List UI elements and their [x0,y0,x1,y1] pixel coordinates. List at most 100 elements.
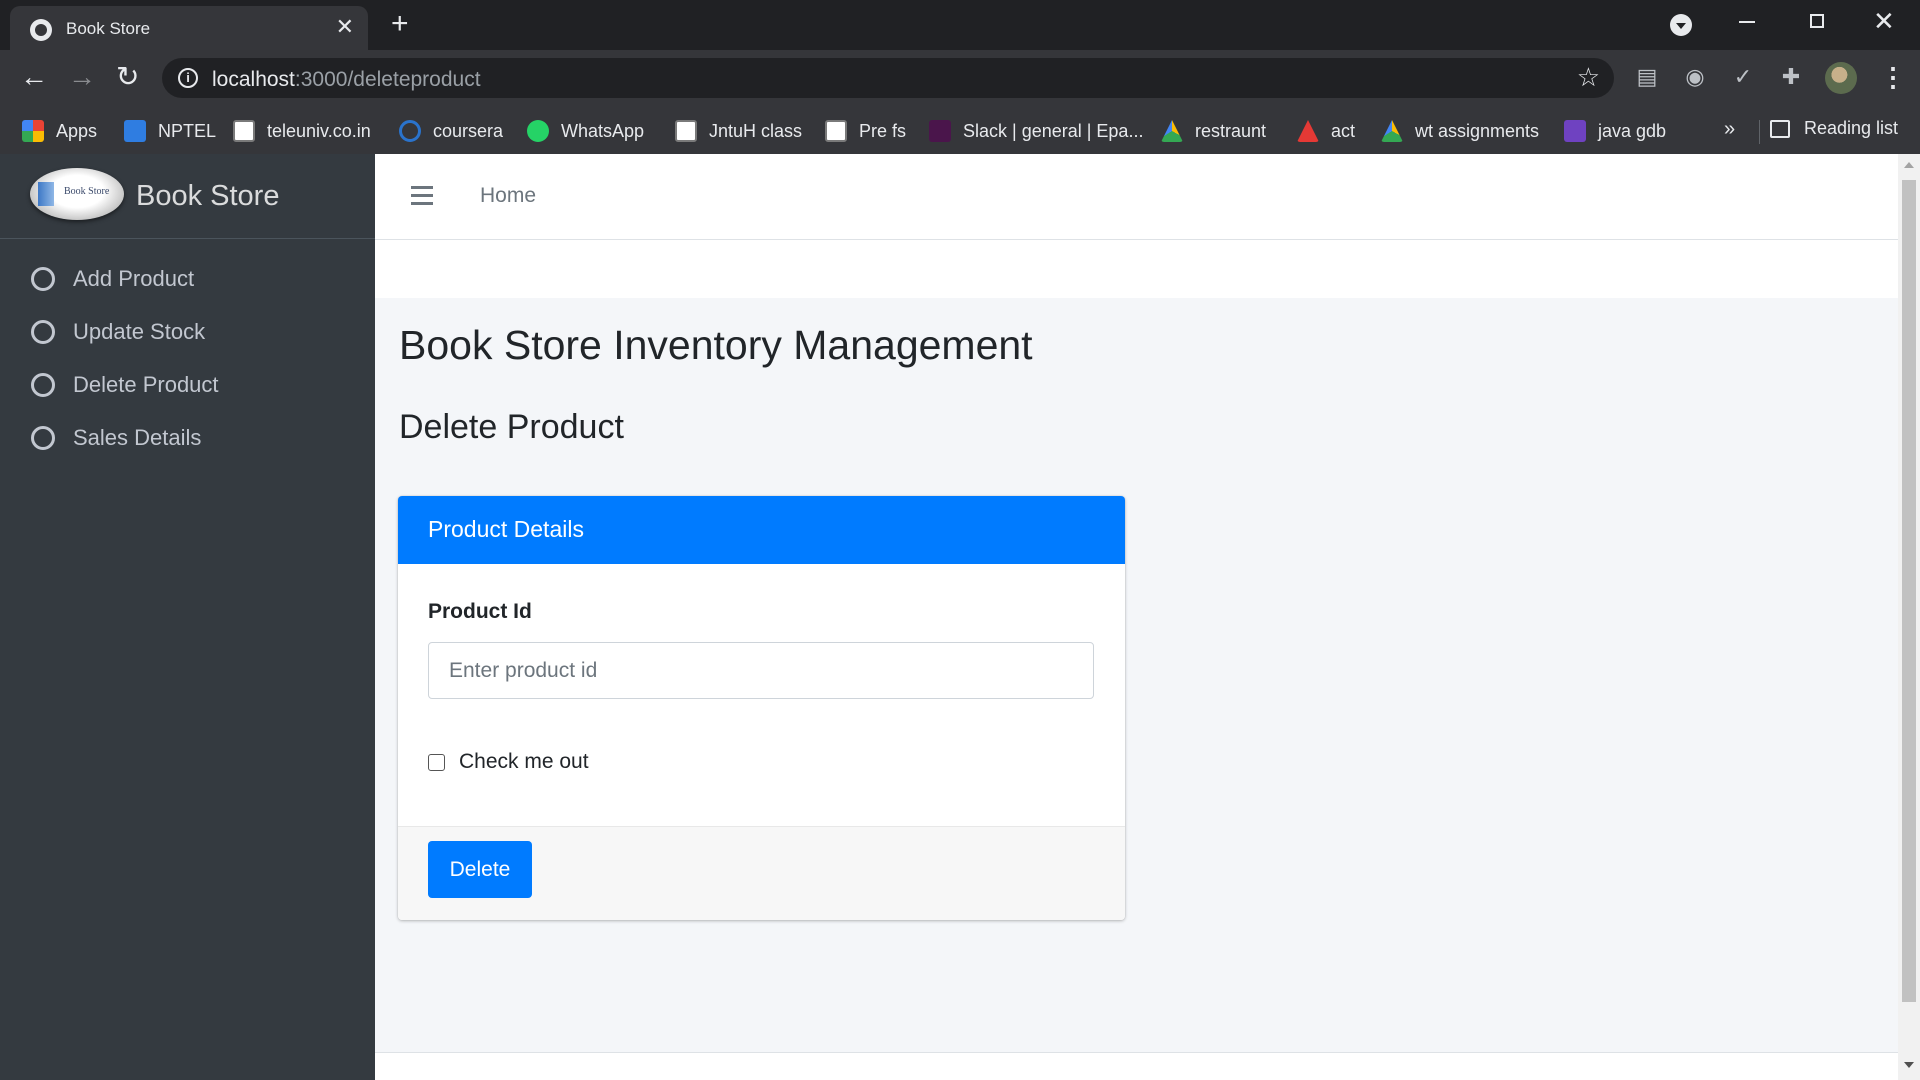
bookmark-label: JntuH class [709,120,803,141]
acrobat-icon [1297,120,1319,142]
bookmark-teleuniv[interactable]: teleuniv.co.in [233,118,371,144]
coursera-icon [399,120,421,142]
product-id-input[interactable] [428,642,1094,699]
bookmark-label: teleuniv.co.in [267,120,371,141]
sidebar-item-label: Sales Details [73,425,202,450]
bookmark-apps[interactable]: Apps [22,118,97,144]
brand-title: Book Store [136,180,280,212]
bookmark-label: Apps [56,120,98,141]
scrollbar-thumb[interactable] [1902,180,1916,1002]
sidebar-item-label: Update Stock [73,319,206,344]
main-content: Home Book Store Inventory Management Del… [375,154,1898,1080]
check-me-out-label[interactable]: Check me out [459,750,589,774]
slack-icon [929,120,951,142]
close-tab-icon[interactable]: ✕ [336,16,354,38]
reading-list-icon [1770,119,1790,138]
new-tab-icon[interactable]: + [391,9,409,39]
web-page: Book Store Book Store Add Product Update… [0,154,1898,1080]
bookmark-label: Slack | general | Epa... [963,120,1144,141]
bookmark-label: java gdb [1598,120,1667,141]
product-id-label: Product Id [428,600,532,623]
back-arrow-icon[interactable]: ← [20,62,48,92]
brand-link[interactable]: Book Store Book Store [0,154,375,239]
teleuniv-icon [233,120,255,142]
check-me-out-checkbox[interactable] [428,753,445,771]
extensions-puzzle-icon[interactable]: ✚ [1778,64,1804,90]
lightning-icon [1564,120,1586,142]
bookmark-jntuh-class[interactable]: JntuH class [675,118,802,144]
profile-avatar[interactable] [1825,62,1857,94]
product-details-card: Product Details Product Id Check me out … [398,496,1125,920]
bookmark-wt-assignments[interactable]: wt assignments [1381,118,1539,144]
whatsapp-icon [527,120,549,142]
sidebar-item-label: Add Product [73,266,195,291]
sidebar-item-update-stock[interactable]: Update Stock [10,307,365,357]
bookmark-label: coursera [433,120,504,141]
bookmark-coursera[interactable]: coursera [399,118,503,144]
logo-text: Book Store [64,186,110,197]
circle-icon [31,267,55,291]
more-bookmarks-icon[interactable]: » [1724,118,1735,141]
circle-icon [31,373,55,397]
delete-button[interactable]: Delete [428,841,532,898]
url-text[interactable]: localhost:3000/deleteproduct [212,68,481,92]
bookmark-act[interactable]: act [1297,118,1355,144]
bookmark-label: Pre fs [859,120,907,141]
card-title: Product Details [428,516,584,542]
bookmark-nptel[interactable]: NPTEL [124,118,216,144]
bookmark-label: restraunt [1195,120,1267,141]
divider [1759,120,1760,144]
check-me-out-row[interactable]: Check me out [428,750,589,774]
checkmark-extension-icon[interactable]: ✓ [1730,64,1756,90]
bookmark-whatsapp[interactable]: WhatsApp [527,118,644,144]
sidebar-item-delete-product[interactable]: Delete Product [10,360,365,410]
clipboard-extension-icon[interactable]: ▤ [1634,64,1660,90]
bookmark-label: wt assignments [1415,120,1540,141]
browser-tab[interactable]: Book Store ✕ [10,6,368,50]
scroll-up-arrow-icon[interactable] [1904,162,1914,168]
google-drive-icon [1381,120,1403,142]
restore-icon[interactable] [1810,14,1824,28]
page-footer [375,1052,1898,1080]
tab-search-icon[interactable] [1670,14,1692,36]
bookmarks-bar: Apps NPTEL teleuniv.co.in coursera Whats… [0,106,1920,154]
bookmark-pre-fs[interactable]: Pre fs [825,118,906,144]
bookmark-java-gdb[interactable]: java gdb [1564,118,1666,144]
bookmark-star-icon[interactable]: ☆ [1577,62,1600,93]
browser-tabstrip: Book Store ✕ + ✕ [0,0,1920,50]
hamburger-menu-icon[interactable] [411,186,433,210]
circle-icon [31,426,55,450]
circle-icon [31,320,55,344]
reload-icon[interactable]: ↻ [116,62,139,92]
camera-extension-icon[interactable]: ◉ [1682,64,1708,90]
reading-list-label: Reading list [1804,118,1899,138]
teleuniv-icon [825,120,847,142]
browser-toolbar: ← → ↻ i localhost:3000/deleteproduct ☆ ▤… [0,50,1920,106]
nav-home-link[interactable]: Home [480,184,536,208]
sidebar: Book Store Book Store Add Product Update… [0,154,375,1080]
url-path: :3000/deleteproduct [294,68,481,91]
bookmark-slack[interactable]: Slack | general | Epa... [929,118,1143,144]
sidebar-item-add-product[interactable]: Add Product [10,254,365,304]
content-header-strip [375,240,1898,298]
book-store-logo: Book Store [30,168,124,220]
page-scrollbar[interactable] [1898,154,1920,1080]
reading-list-button[interactable]: Reading list [1770,118,1898,139]
apps-grid-icon [22,120,44,142]
browser-menu-icon[interactable]: ⋮ [1880,62,1906,92]
card-footer: Delete [398,826,1125,920]
url-host: localhost [212,68,295,91]
card-header: Product Details [398,496,1125,564]
site-info-icon[interactable]: i [178,68,198,88]
window-close-icon[interactable]: ✕ [1873,6,1895,36]
address-bar[interactable]: i localhost:3000/deleteproduct ☆ [162,58,1614,98]
nptel-icon [124,120,146,142]
minimize-icon[interactable] [1739,21,1755,23]
teleuniv-icon [675,120,697,142]
bookmark-label: act [1331,120,1356,141]
google-drive-icon [1161,120,1183,142]
sidebar-item-sales-details[interactable]: Sales Details [10,413,365,463]
scroll-down-arrow-icon[interactable] [1904,1062,1914,1068]
bookmark-restraunt[interactable]: restraunt [1161,118,1266,144]
forward-arrow-icon[interactable]: → [68,62,96,92]
